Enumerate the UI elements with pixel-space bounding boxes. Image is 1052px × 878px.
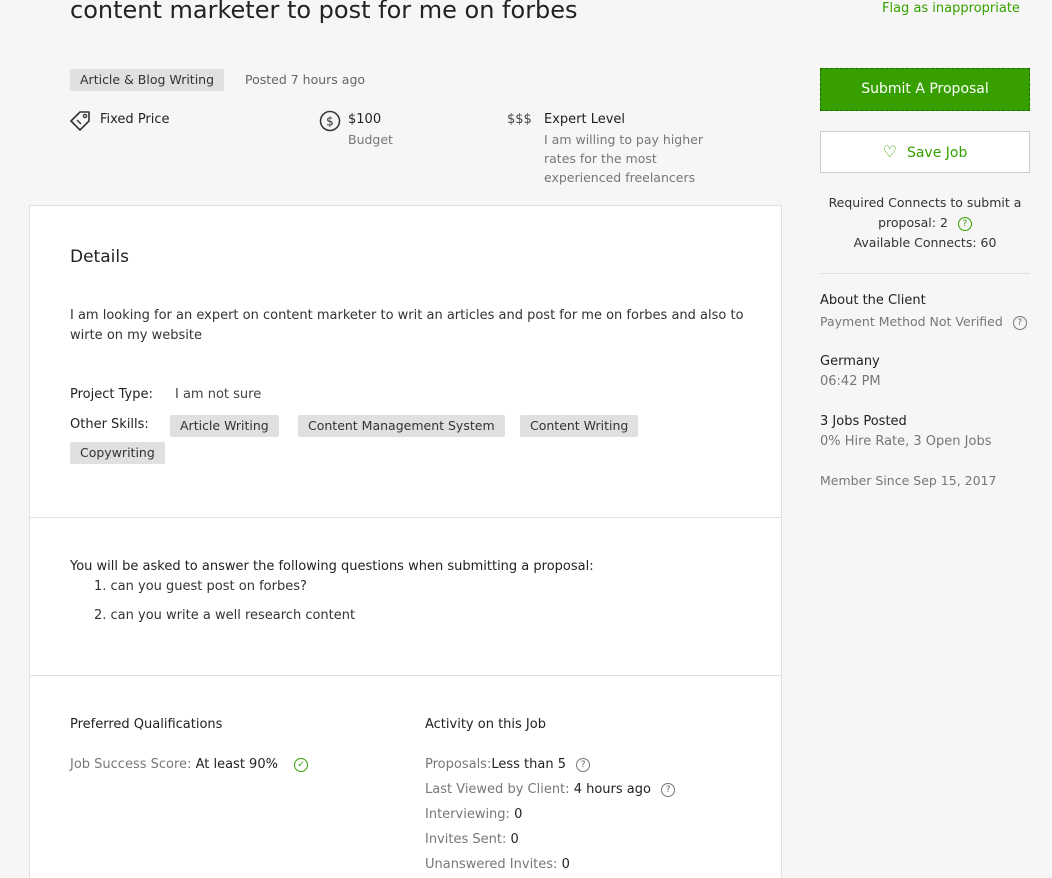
client-hire-rate: 0% Hire Rate, 3 Open Jobs bbox=[820, 434, 992, 449]
level-description: I am willing to pay higher rates for the… bbox=[544, 132, 703, 185]
heart-icon: ♡ bbox=[882, 142, 897, 161]
details-heading: Details bbox=[70, 247, 129, 267]
job-title: content marketer to post for me on forbe… bbox=[70, 0, 578, 24]
save-job-label: Save Job bbox=[906, 145, 968, 161]
activity-last-viewed: Last Viewed by Client: 4 hours ago ? bbox=[425, 782, 676, 797]
client-local-time: 06:42 PM bbox=[820, 374, 881, 389]
skill-badge[interactable]: Copywriting bbox=[70, 442, 165, 464]
level-symbol: $$$ bbox=[507, 112, 532, 127]
posted-time: Posted 7 hours ago bbox=[245, 72, 366, 87]
proposals-label: Proposals: bbox=[425, 757, 492, 772]
price-type: Fixed Price bbox=[100, 112, 170, 127]
invites-value: 0 bbox=[510, 832, 519, 847]
interviewing-value: 0 bbox=[514, 807, 523, 822]
sidebar-divider bbox=[820, 273, 1030, 274]
client-country: Germany bbox=[820, 354, 880, 369]
activity-interviewing: Interviewing: 0 bbox=[425, 807, 522, 822]
proposals-value: Less than 5 bbox=[491, 757, 566, 772]
activity-heading: Activity on this Job bbox=[425, 717, 546, 732]
job-success-score: Job Success Score: At least 90% ✓ bbox=[70, 757, 309, 772]
budget-value: $100 bbox=[348, 112, 382, 127]
about-client-heading: About the Client bbox=[820, 293, 926, 308]
unanswered-label: Unanswered Invites: bbox=[425, 857, 558, 872]
category-badge[interactable]: Article & Blog Writing bbox=[70, 69, 225, 91]
flag-inappropriate-link[interactable]: Flag as inappropriate bbox=[882, 1, 1020, 16]
jss-label: Job Success Score: bbox=[70, 757, 192, 772]
level-label: Expert Level bbox=[544, 112, 626, 127]
client-jobs-posted: 3 Jobs Posted bbox=[820, 414, 907, 429]
skill-badge[interactable]: Content Writing bbox=[520, 415, 639, 437]
question-mark-icon[interactable]: ? bbox=[576, 757, 591, 772]
price-tag-icon bbox=[68, 110, 92, 136]
activity-invites-sent: Invites Sent: 0 bbox=[425, 832, 519, 847]
skill-badge[interactable]: Article Writing bbox=[170, 415, 279, 437]
qualifications-activity-card: Preferred Qualifications Job Success Sco… bbox=[29, 675, 782, 878]
last-viewed-label: Last Viewed by Client: bbox=[425, 782, 570, 797]
question-item: 2. can you write a well research content bbox=[94, 608, 356, 623]
payment-status: Payment Method Not Verified ? bbox=[820, 314, 1027, 330]
connects-available: Available Connects: 60 bbox=[853, 235, 997, 250]
client-member-since: Member Since Sep 15, 2017 bbox=[820, 473, 997, 488]
project-type-value: I am not sure bbox=[175, 387, 262, 402]
activity-proposals: Proposals:Less than 5 ? bbox=[425, 757, 591, 772]
other-skills-label: Other Skills: bbox=[70, 417, 149, 432]
activity-unanswered-invites: Unanswered Invites: 0 bbox=[425, 857, 570, 872]
interviewing-label: Interviewing: bbox=[425, 807, 510, 822]
check-circle-icon: ✓ bbox=[294, 757, 309, 772]
jss-value: At least 90% bbox=[195, 757, 278, 772]
question-mark-icon[interactable]: ? bbox=[957, 216, 972, 231]
dollar-circle-icon: $ bbox=[319, 110, 341, 136]
job-description: I am looking for an expert on content ma… bbox=[70, 308, 744, 343]
payment-status-text: Payment Method Not Verified bbox=[820, 314, 1003, 329]
skill-badge[interactable]: Content Management System bbox=[298, 415, 505, 437]
invites-label: Invites Sent: bbox=[425, 832, 507, 847]
questions-intro: You will be asked to answer the followin… bbox=[70, 559, 594, 574]
details-card: Details I am looking for an expert on co… bbox=[29, 205, 782, 518]
project-type-label: Project Type: bbox=[70, 387, 153, 402]
preferred-qualifications-heading: Preferred Qualifications bbox=[70, 717, 223, 732]
question-mark-icon[interactable]: ? bbox=[661, 782, 676, 797]
save-job-button[interactable]: ♡ Save Job bbox=[820, 131, 1030, 173]
unanswered-value: 0 bbox=[561, 857, 570, 872]
connects-required: Required Connects to submit a proposal: … bbox=[828, 195, 1022, 230]
question-mark-icon[interactable]: ? bbox=[1012, 315, 1027, 330]
last-viewed-value: 4 hours ago bbox=[573, 782, 651, 797]
svg-text:$: $ bbox=[326, 115, 334, 129]
budget-label: Budget bbox=[348, 132, 393, 147]
questions-card: You will be asked to answer the followin… bbox=[29, 518, 782, 676]
submit-proposal-button[interactable]: Submit A Proposal bbox=[820, 68, 1030, 111]
question-item: 1. can you guest post on forbes? bbox=[94, 579, 307, 594]
connects-info: Required Connects to submit a proposal: … bbox=[820, 193, 1030, 253]
